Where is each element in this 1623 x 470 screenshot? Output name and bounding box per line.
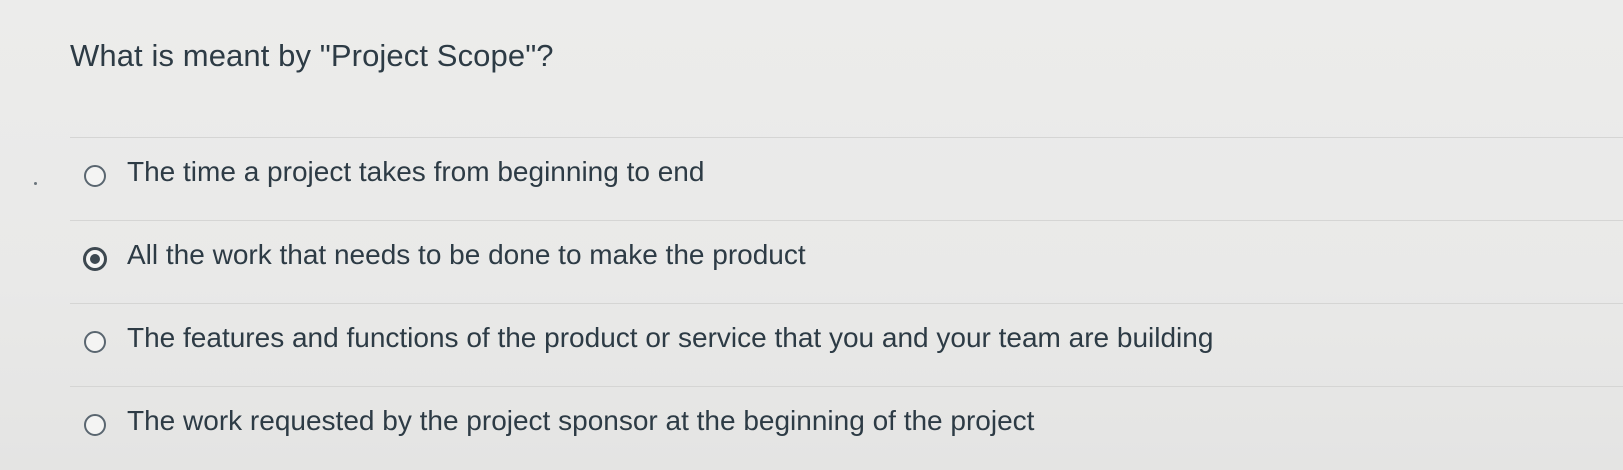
stray-mark: [34, 182, 37, 185]
quiz-question: What is meant by "Project Scope"? The ti…: [70, 0, 1623, 470]
question-text: What is meant by "Project Scope"?: [70, 38, 554, 73]
radio-button-unselected[interactable]: [84, 165, 106, 187]
answer-option-4[interactable]: The work requested by the project sponso…: [70, 386, 1623, 469]
radio-button-selected[interactable]: [83, 247, 107, 271]
radio-button-unselected[interactable]: [84, 414, 106, 436]
answer-list: The time a project takes from beginning …: [70, 137, 1623, 469]
answer-label: The time a project takes from beginning …: [127, 156, 705, 187]
answer-option-2[interactable]: All the work that needs to be done to ma…: [70, 220, 1623, 303]
radio-button-unselected[interactable]: [84, 331, 106, 353]
answer-option-3[interactable]: The features and functions of the produc…: [70, 303, 1623, 386]
answer-option-1[interactable]: The time a project takes from beginning …: [70, 137, 1623, 220]
answer-label: All the work that needs to be done to ma…: [127, 239, 806, 270]
answer-label: The work requested by the project sponso…: [127, 405, 1035, 436]
radio-selected-dot: [90, 254, 100, 264]
answer-label: The features and functions of the produc…: [127, 322, 1214, 353]
